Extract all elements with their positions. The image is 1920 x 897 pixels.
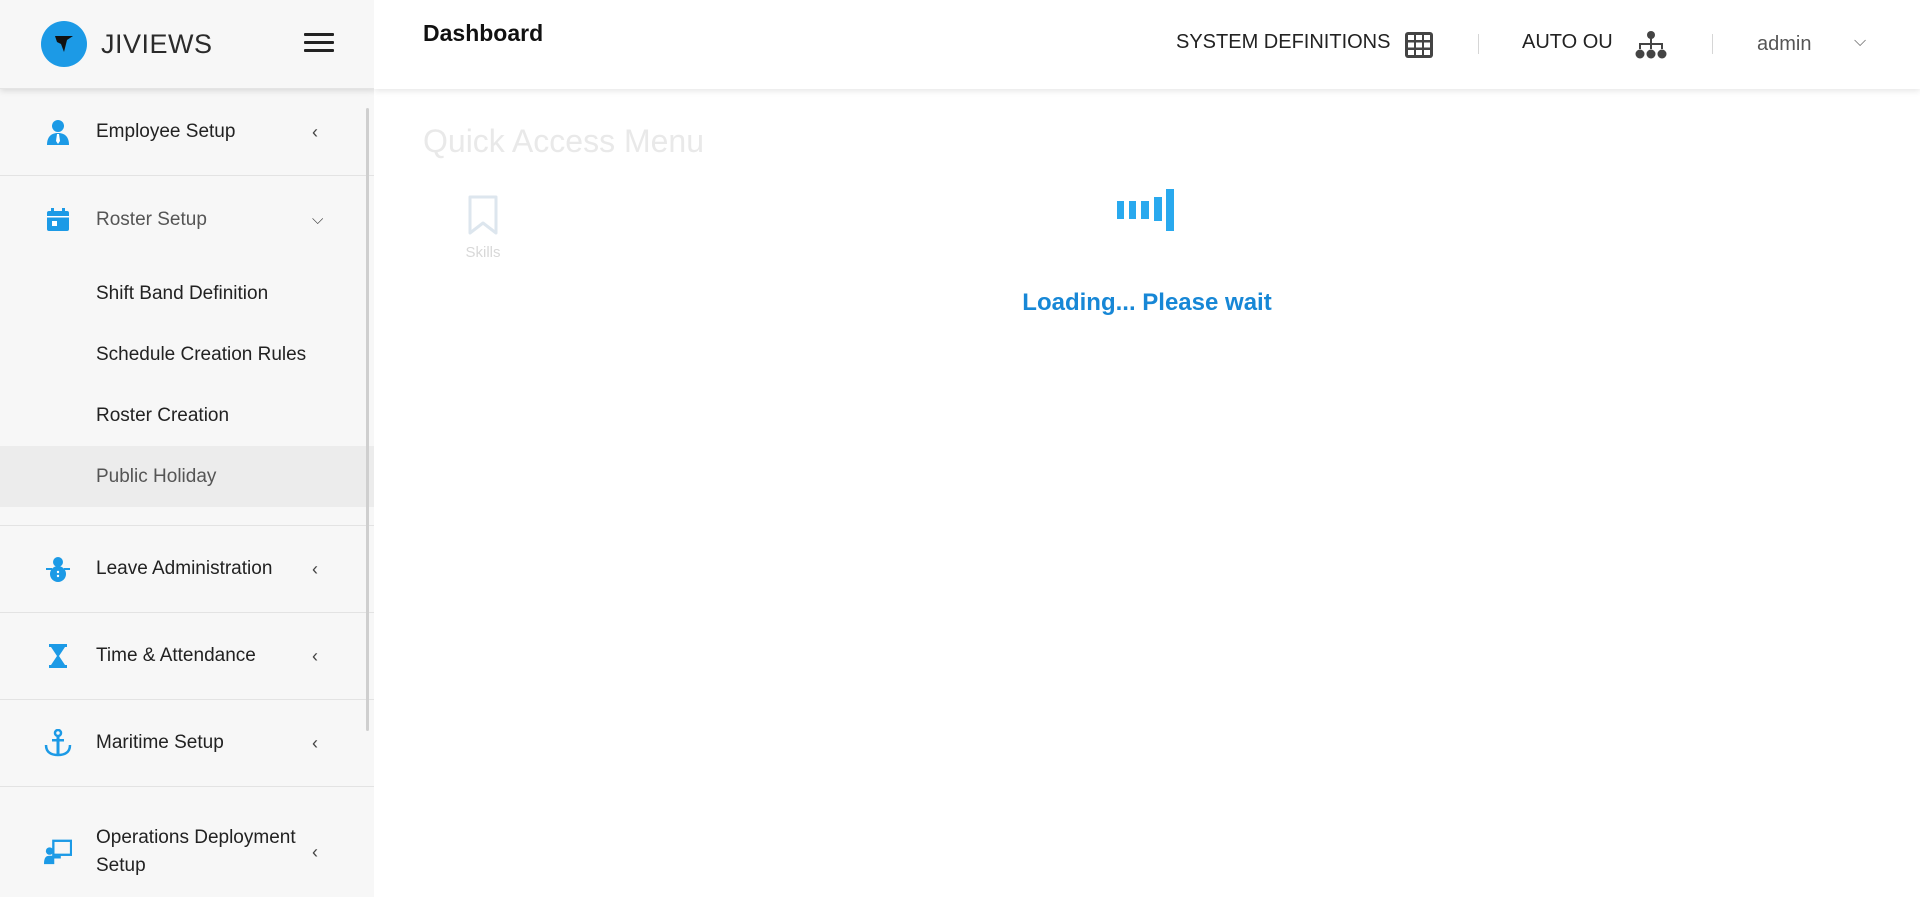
hourglass-icon <box>44 642 72 670</box>
brand-bar: JIVIEWS <box>0 0 374 89</box>
tile-label: Skills <box>465 244 501 261</box>
sidebar-subitem-shift-band-definition[interactable]: Shift Band Definition <box>0 263 374 324</box>
sidebar-subitem-schedule-creation-rules[interactable]: Schedule Creation Rules <box>0 324 374 385</box>
roster-setup-submenu: Shift Band Definition Schedule Creation … <box>0 263 374 526</box>
auto-ou-link[interactable]: AUTO OU <box>1522 31 1613 54</box>
calendar-icon <box>44 206 72 234</box>
sidebar-item-operations-deployment-setup[interactable]: Operations Deployment Setup ‹ <box>0 787 374 897</box>
system-definitions-link[interactable]: SYSTEM DEFINITIONS <box>1176 31 1390 54</box>
sidebar-subitem-public-holiday[interactable]: Public Holiday <box>0 446 374 507</box>
presenter-icon <box>44 838 72 866</box>
chevron-down-icon: ⌵ <box>312 211 324 228</box>
chevron-down-icon[interactable]: ⌵ <box>1854 33 1866 51</box>
sidebar-item-label: Employee Setup <box>96 121 236 142</box>
sidebar-item-time-attendance[interactable]: Time & Attendance ‹ <box>0 613 374 700</box>
quick-access-title: Quick Access Menu <box>423 123 704 159</box>
sidebar-menu: Employee Setup ‹ Roster Setup ⌵ Shift Ba… <box>0 89 374 897</box>
sidebar-item-label: Time & Attendance <box>96 645 256 666</box>
header-divider <box>1478 34 1479 54</box>
sidebar-item-label: Roster Setup <box>96 208 207 230</box>
snowman-icon <box>44 555 72 583</box>
sidebar-item-employee-setup[interactable]: Employee Setup ‹ <box>0 89 374 176</box>
user-menu[interactable]: admin <box>1757 33 1811 56</box>
sidebar-subitem-roster-creation[interactable]: Roster Creation <box>0 385 374 446</box>
brand-name: JIVIEWS <box>101 28 213 59</box>
chevron-left-icon: ‹ <box>312 558 318 579</box>
quick-access-tile-skills[interactable]: Skills <box>460 195 506 261</box>
app-window: JIVIEWS Employee Setup ‹ Roster Setup ⌵ … <box>0 0 1920 897</box>
main-content: Quick Access Menu Skills Loading... Plea… <box>374 89 1920 897</box>
org-chart-icon[interactable] <box>1635 31 1667 64</box>
brand-logo-icon[interactable] <box>41 21 87 67</box>
chevron-left-icon: ‹ <box>312 121 318 142</box>
chevron-left-icon: ‹ <box>312 841 318 862</box>
sidebar-item-roster-setup[interactable]: Roster Setup ⌵ <box>0 176 374 263</box>
chevron-left-icon: ‹ <box>312 732 318 753</box>
sidebar-item-maritime-setup[interactable]: Maritime Setup ‹ <box>0 700 374 787</box>
loading-message: Loading... Please wait <box>1022 289 1272 316</box>
page-title: Dashboard <box>423 20 544 46</box>
hamburger-menu-icon[interactable] <box>304 33 334 55</box>
sidebar-scrollbar[interactable] <box>366 108 369 731</box>
top-header: Dashboard SYSTEM DEFINITIONS AUTO OU adm… <box>374 0 1920 89</box>
sidebar-item-label: Leave Administration <box>96 558 273 579</box>
user-tie-icon <box>44 118 72 146</box>
sidebar-item-label: Maritime Setup <box>96 732 224 753</box>
anchor-icon <box>44 729 72 757</box>
grid-icon[interactable] <box>1405 32 1433 63</box>
sidebar-item-label: Operations Deployment Setup <box>96 827 296 876</box>
bookmark-icon <box>468 195 498 239</box>
header-divider <box>1712 34 1713 54</box>
loading-spinner-icon <box>1116 187 1180 233</box>
sidebar: JIVIEWS Employee Setup ‹ Roster Setup ⌵ … <box>0 0 374 897</box>
sidebar-item-leave-administration[interactable]: Leave Administration ‹ <box>0 526 374 613</box>
chevron-left-icon: ‹ <box>312 645 318 666</box>
